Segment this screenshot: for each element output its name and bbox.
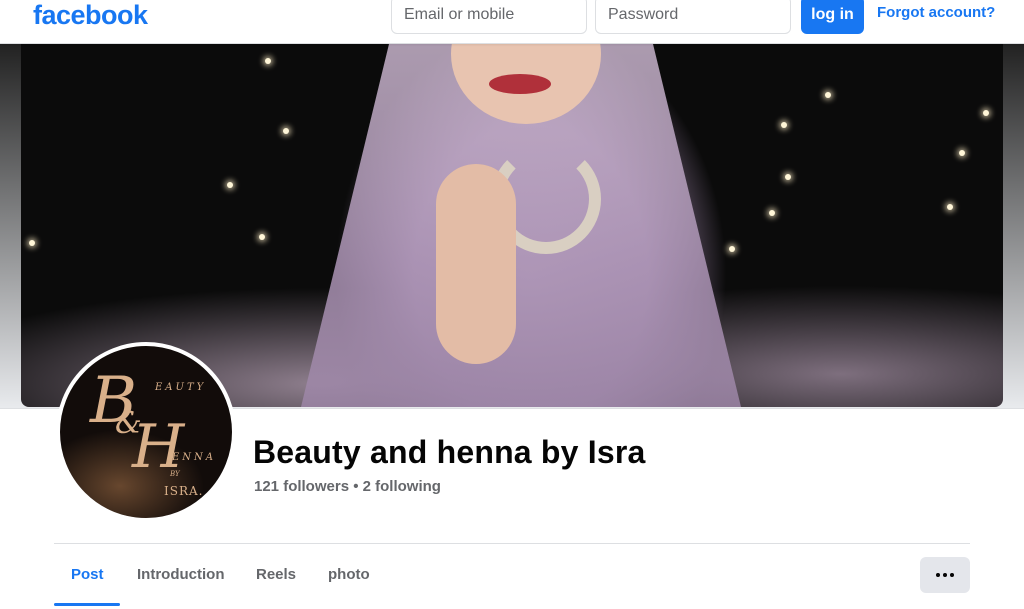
- bokeh-light: [947, 204, 953, 210]
- cover-hand-shape: [436, 164, 516, 364]
- bokeh-light: [283, 128, 289, 134]
- bokeh-light: [729, 246, 735, 252]
- page-title: Beauty and henna by Isra: [253, 434, 646, 470]
- forgot-account-link[interactable]: Forgot account?: [877, 4, 995, 21]
- password-input[interactable]: [595, 0, 791, 34]
- bokeh-light: [259, 234, 265, 240]
- active-tab-indicator: [54, 603, 120, 606]
- top-navigation-bar: facebook log in Forgot account?: [0, 0, 1024, 44]
- tab-photo[interactable]: photo: [328, 566, 370, 583]
- more-options-button[interactable]: [920, 557, 970, 593]
- avatar-word-isra: ISRA.: [164, 484, 204, 498]
- bokeh-light: [983, 110, 989, 116]
- login-button[interactable]: log in: [801, 0, 864, 34]
- tab-post[interactable]: Post: [71, 566, 104, 583]
- more-horizontal-icon: [935, 573, 956, 577]
- bokeh-light: [785, 174, 791, 180]
- bokeh-light: [265, 58, 271, 64]
- bokeh-light: [29, 240, 35, 246]
- followers-count[interactable]: 121 followers • 2 following: [254, 478, 441, 495]
- bokeh-light: [769, 210, 775, 216]
- tab-introduction[interactable]: Introduction: [137, 566, 224, 583]
- bokeh-light: [825, 92, 831, 98]
- bokeh-light: [227, 182, 233, 188]
- cover-lips-shape: [489, 74, 551, 94]
- facebook-logo[interactable]: facebook: [33, 0, 148, 31]
- tabs-divider: [54, 543, 970, 544]
- avatar-word-enna: ENNA: [172, 452, 217, 463]
- email-input[interactable]: [391, 0, 587, 34]
- profile-avatar[interactable]: B & H EAUTY ENNA BY ISRA.: [56, 342, 236, 522]
- avatar-word-by: BY: [170, 470, 180, 478]
- bokeh-light: [959, 150, 965, 156]
- avatar-word-eauty: EAUTY: [155, 382, 207, 393]
- tab-reels[interactable]: Reels: [256, 566, 296, 583]
- bokeh-light: [781, 122, 787, 128]
